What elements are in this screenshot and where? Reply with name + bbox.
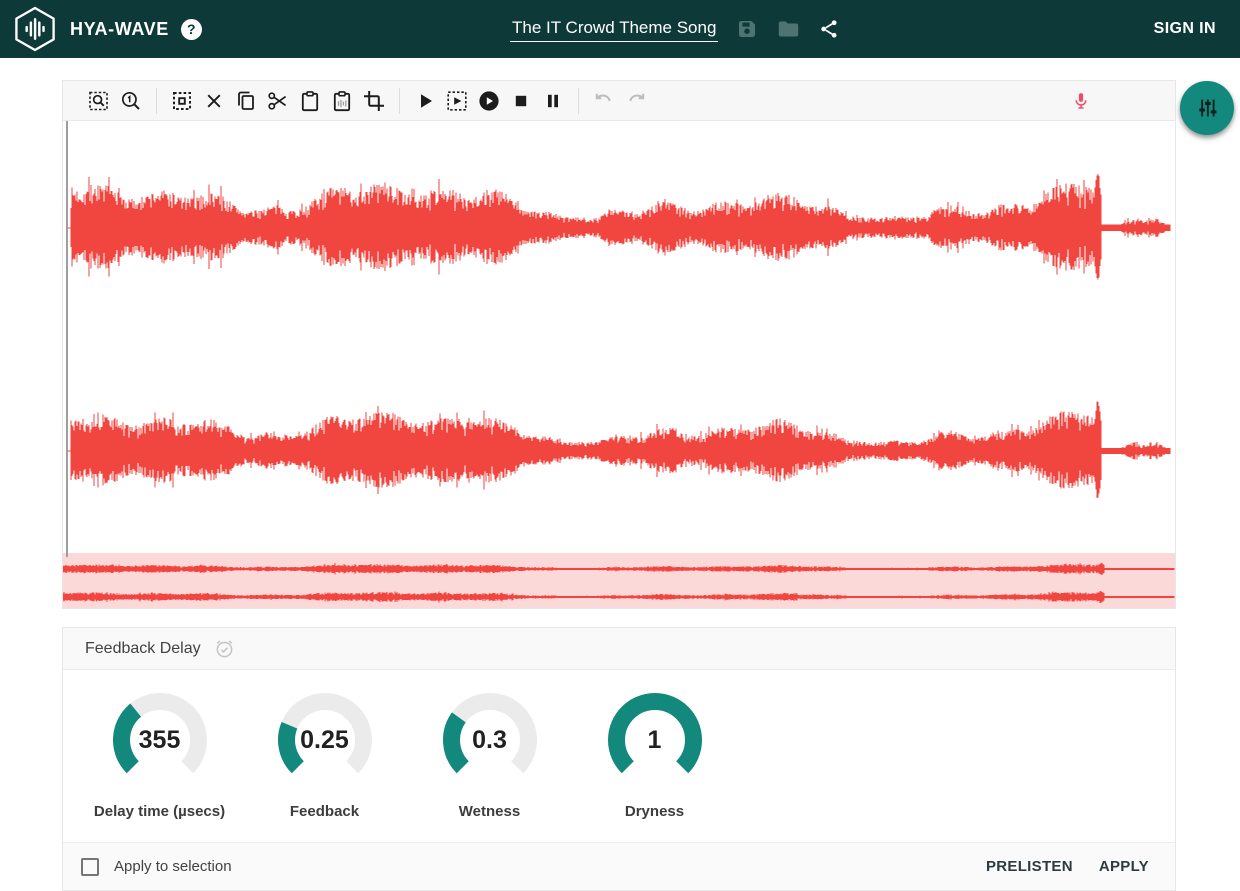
knob-label: Wetness [459,803,520,820]
play-circle-icon [477,89,501,113]
close-icon [202,89,226,113]
apply-button[interactable]: APPLY [1093,850,1155,883]
knob-label: Dryness [625,803,684,820]
crop-icon [362,89,386,113]
knob-row: 355 Delay time (µsecs) 0.25 Feedback 0.3… [63,670,1175,842]
redo-button[interactable] [620,85,652,117]
share-icon [818,18,840,40]
select-all-icon [170,89,194,113]
knob[interactable]: 0.3 Wetness [407,690,572,820]
app-header: HYA-WAVE ? SIGN I [0,0,1240,58]
microphone-icon [1070,90,1092,112]
knob[interactable]: 355 Delay time (µsecs) [77,690,242,820]
knob-dial[interactable]: 355 [110,690,210,790]
knob-label: Delay time (µsecs) [94,803,225,820]
track-title-input[interactable] [510,16,718,42]
redo-icon [624,89,648,113]
effect-title: Feedback Delay [85,640,201,658]
play-all-button[interactable] [473,85,505,117]
playhead-cursor[interactable] [66,121,68,557]
editor-toolbar [63,81,1175,121]
help-button[interactable]: ? [181,19,202,40]
knob-value: 0.3 [440,690,540,790]
toolbar-separator [156,88,157,114]
sign-in-button[interactable]: SIGN IN [1146,12,1224,46]
knob[interactable]: 1 Dryness [572,690,737,820]
zoom-reset-icon [119,89,143,113]
effects-panel-fab[interactable] [1180,81,1234,135]
clear-selection-button[interactable] [198,85,230,117]
effect-panel-header: Feedback Delay [63,628,1175,670]
zoom-selection-icon [87,89,111,113]
alarm-check-icon [214,638,235,659]
play-selection-icon [445,89,469,113]
waveform-svg [63,121,1175,553]
apply-to-selection-label: Apply to selection [114,858,232,875]
stop-icon [509,89,533,113]
effect-panel-footer: Apply to selection PRELISTEN APPLY [63,842,1175,890]
minimap-svg [63,553,1175,608]
apply-to-selection-checkbox[interactable] [81,858,99,876]
brand-name: HYA-WAVE [70,19,169,40]
paste-audio-icon [330,89,354,113]
knob-label: Feedback [290,803,359,820]
knob-dial[interactable]: 0.3 [440,690,540,790]
knob-value: 1 [605,690,705,790]
waveform-display[interactable] [63,121,1175,553]
copy-icon [234,89,258,113]
zoom-reset-button[interactable] [115,85,147,117]
tune-sliders-icon [1194,95,1220,121]
share-button[interactable] [817,17,841,41]
paste-button[interactable] [294,85,326,117]
knob-dial[interactable]: 1 [605,690,705,790]
pause-icon [541,89,565,113]
minimap-navigator[interactable] [63,553,1175,608]
knob-value: 355 [110,690,210,790]
help-icon: ? [187,21,196,37]
toolbar-separator [399,88,400,114]
copy-button[interactable] [230,85,262,117]
play-selection-button[interactable] [441,85,473,117]
minimap-channel-right [63,591,1174,603]
knob[interactable]: 0.25 Feedback [242,690,407,820]
effect-panel: Feedback Delay 355 Delay time (µsecs) [62,627,1176,891]
waveform-channel-right [67,401,1170,498]
undo-button[interactable] [588,85,620,117]
knob-dial[interactable]: 0.25 [275,690,375,790]
cut-button[interactable] [262,85,294,117]
main-content: Feedback Delay 355 Delay time (µsecs) [0,58,1240,891]
document-title-group [510,0,841,58]
crop-button[interactable] [358,85,390,117]
paste-icon [298,89,322,113]
paste-insert-button[interactable] [326,85,358,117]
folder-icon [776,17,800,41]
save-button[interactable] [735,17,759,41]
record-button[interactable] [1065,85,1097,117]
waveform-channel-left [67,174,1170,279]
app-logo-icon [12,6,58,52]
scissors-icon [266,89,290,113]
select-all-button[interactable] [166,85,198,117]
prelisten-button[interactable]: PRELISTEN [980,850,1079,883]
editor-panel [62,80,1176,609]
open-file-button[interactable] [776,17,800,41]
play-button[interactable] [409,85,441,117]
knob-value: 0.25 [275,690,375,790]
zoom-selection-button[interactable] [83,85,115,117]
save-icon [735,17,759,41]
stop-button[interactable] [505,85,537,117]
minimap-channel-left [63,563,1174,575]
pause-button[interactable] [537,85,569,117]
toolbar-separator [578,88,579,114]
play-icon [413,89,437,113]
undo-icon [592,89,616,113]
